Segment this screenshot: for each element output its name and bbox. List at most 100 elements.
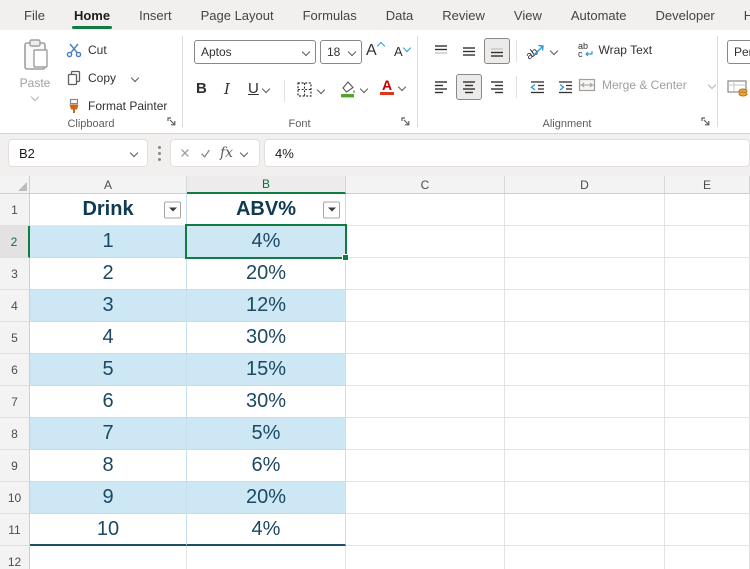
align-left-button[interactable]	[428, 74, 454, 100]
name-box[interactable]: B2	[8, 139, 148, 167]
formula-bar-resize-handle[interactable]	[158, 146, 161, 161]
cell-B4[interactable]: 12%	[187, 290, 346, 322]
font-name-combo[interactable]: Aptos	[194, 40, 316, 64]
merge-center-button[interactable]: Merge & Center	[578, 78, 715, 92]
row-header-8[interactable]: 8	[0, 418, 30, 450]
row-header-10[interactable]: 10	[0, 482, 30, 514]
number-format-combo[interactable]: Per	[727, 40, 750, 64]
cell-A5[interactable]: 4	[30, 322, 187, 354]
cell-B5[interactable]: 30%	[187, 322, 346, 354]
cell-C8[interactable]	[346, 418, 505, 450]
cell-E8[interactable]	[665, 418, 750, 450]
cell-E12[interactable]	[665, 546, 750, 569]
cell-B11[interactable]: 4%	[187, 514, 346, 546]
row-header-7[interactable]: 7	[0, 386, 30, 418]
italic-button[interactable]: I	[224, 80, 230, 98]
cell-B2-selected[interactable]: 4%	[187, 226, 346, 258]
cell-C12[interactable]	[346, 546, 505, 569]
cell-A9[interactable]: 8	[30, 450, 187, 482]
alignment-dialog-launcher-icon[interactable]	[700, 116, 712, 128]
fill-handle[interactable]	[342, 254, 349, 261]
tab-review[interactable]: Review	[436, 0, 491, 30]
row-header-9[interactable]: 9	[0, 450, 30, 482]
tab-page-layout[interactable]: Page Layout	[195, 0, 280, 30]
filter-button-abv[interactable]	[323, 201, 340, 218]
column-header-b[interactable]: B	[187, 176, 346, 194]
tab-formulas[interactable]: Formulas	[297, 0, 363, 30]
formula-input[interactable]: 4%	[264, 139, 750, 167]
middle-align-button[interactable]	[456, 38, 482, 64]
cell-B9[interactable]: 6%	[187, 450, 346, 482]
column-header-e[interactable]: E	[665, 176, 750, 194]
decrease-font-size-button[interactable]: A	[394, 44, 410, 59]
cell-D6[interactable]	[505, 354, 665, 386]
tab-home[interactable]: Home	[68, 0, 116, 30]
cell-E10[interactable]	[665, 482, 750, 514]
cell-C9[interactable]	[346, 450, 505, 482]
cell-D7[interactable]	[505, 386, 665, 418]
cell-E11[interactable]	[665, 514, 750, 546]
enter-icon[interactable]	[199, 147, 212, 159]
row-header-5[interactable]: 5	[0, 322, 30, 354]
cell-D12[interactable]	[505, 546, 665, 569]
borders-button[interactable]	[296, 81, 324, 98]
cell-A12[interactable]	[30, 546, 187, 569]
cell-C6[interactable]	[346, 354, 505, 386]
align-center-button[interactable]	[456, 74, 482, 100]
cell-B10[interactable]: 20%	[187, 482, 346, 514]
wrap-text-button[interactable]: ab c Wrap Text	[578, 42, 652, 58]
cancel-icon[interactable]	[179, 147, 191, 159]
font-dialog-launcher-icon[interactable]	[400, 116, 412, 128]
cell-A10[interactable]: 9	[30, 482, 187, 514]
underline-button[interactable]: U	[248, 80, 269, 97]
cell-B12[interactable]	[187, 546, 346, 569]
cell-D10[interactable]	[505, 482, 665, 514]
decrease-indent-button[interactable]	[524, 74, 550, 100]
cell-E2[interactable]	[665, 226, 750, 258]
accounting-format-button[interactable]	[727, 78, 750, 98]
row-header-11[interactable]: 11	[0, 514, 30, 546]
select-all-corner[interactable]	[0, 176, 30, 194]
cell-D3[interactable]	[505, 258, 665, 290]
fill-color-button[interactable]	[338, 79, 367, 98]
cell-A11[interactable]: 10	[30, 514, 187, 546]
cell-C7[interactable]	[346, 386, 505, 418]
font-color-button[interactable]: A	[380, 79, 405, 95]
cell-C11[interactable]	[346, 514, 505, 546]
row-header-6[interactable]: 6	[0, 354, 30, 386]
table-header-drink[interactable]: Drink	[30, 194, 187, 226]
cell-E1[interactable]	[665, 194, 750, 226]
increase-font-size-button[interactable]: A	[366, 42, 384, 60]
clipboard-dialog-launcher-icon[interactable]	[166, 116, 178, 128]
cell-B8[interactable]: 5%	[187, 418, 346, 450]
cell-C5[interactable]	[346, 322, 505, 354]
row-header-1[interactable]: 1	[0, 194, 30, 226]
cell-D1[interactable]	[505, 194, 665, 226]
column-header-d[interactable]: D	[505, 176, 665, 194]
tab-developer[interactable]: Developer	[650, 0, 721, 30]
cell-C3[interactable]	[346, 258, 505, 290]
cell-C1[interactable]	[346, 194, 505, 226]
cell-E3[interactable]	[665, 258, 750, 290]
format-painter-button[interactable]: Format Painter	[66, 98, 167, 114]
cell-C4[interactable]	[346, 290, 505, 322]
cell-B6[interactable]: 15%	[187, 354, 346, 386]
orientation-button[interactable]: ab	[526, 42, 557, 60]
bold-button[interactable]: B	[196, 80, 207, 97]
cell-E7[interactable]	[665, 386, 750, 418]
cell-A7[interactable]: 6	[30, 386, 187, 418]
cell-B3[interactable]: 20%	[187, 258, 346, 290]
top-align-button[interactable]	[428, 38, 454, 64]
copy-button[interactable]: Copy	[66, 70, 138, 86]
row-header-4[interactable]: 4	[0, 290, 30, 322]
cell-A2[interactable]: 1	[30, 226, 187, 258]
row-header-12[interactable]: 12	[0, 546, 30, 569]
cell-D11[interactable]	[505, 514, 665, 546]
column-header-a[interactable]: A	[30, 176, 187, 194]
column-header-c[interactable]: C	[346, 176, 505, 194]
cell-E6[interactable]	[665, 354, 750, 386]
tab-file[interactable]: File	[18, 0, 51, 30]
cut-button[interactable]: Cut	[66, 42, 107, 58]
cell-C2[interactable]	[346, 226, 505, 258]
bottom-align-button[interactable]	[484, 38, 510, 64]
